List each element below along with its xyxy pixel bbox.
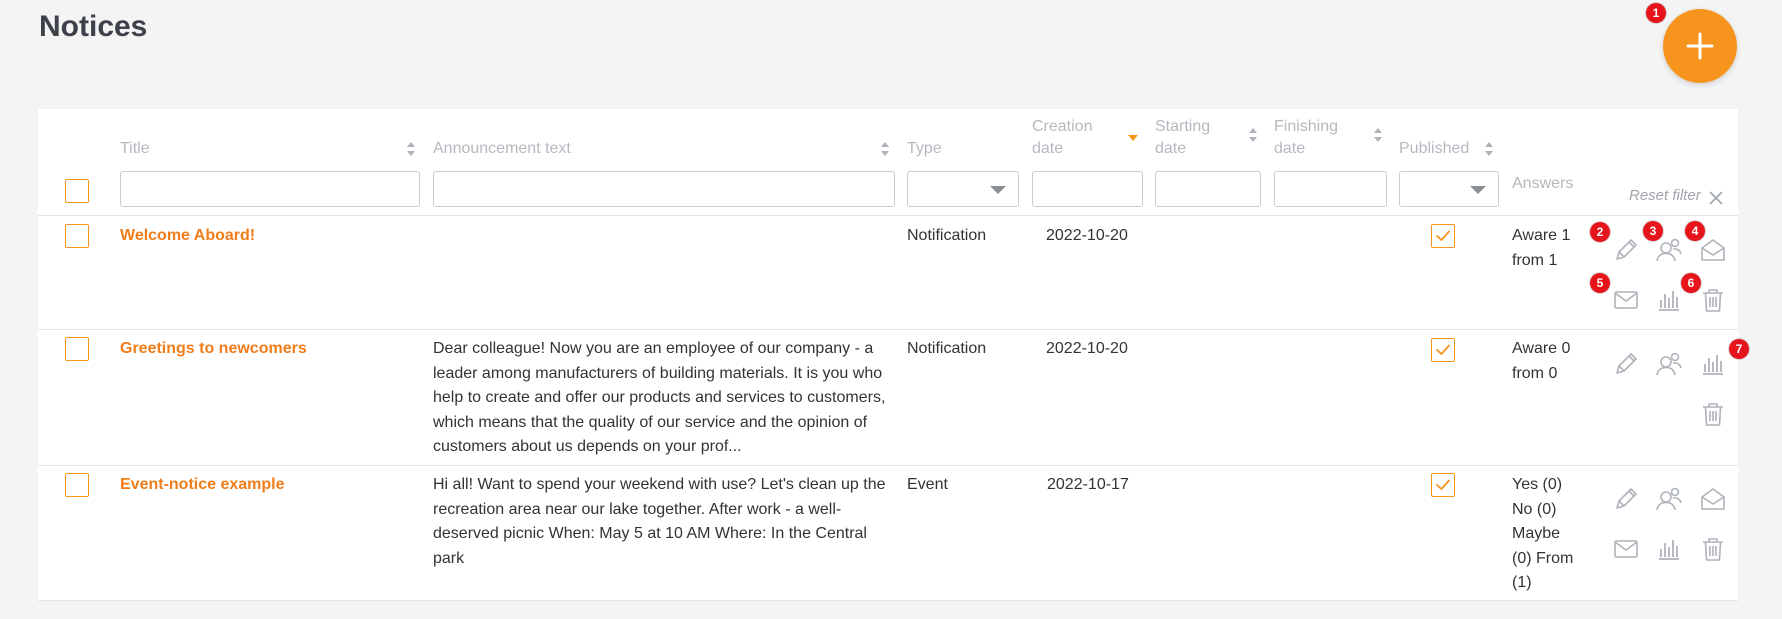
row-divider — [38, 465, 1738, 466]
trash-icon[interactable] — [1699, 400, 1727, 428]
bar-chart-icon[interactable] — [1655, 535, 1683, 563]
answers-summary: Yes (0) No (0) Maybe (0) From (1) — [1512, 476, 1574, 591]
sort-announcement-icon[interactable] — [880, 141, 890, 157]
notice-title-link[interactable]: Event-notice example — [120, 473, 285, 498]
creation-date: 2022-10-20 — [1046, 227, 1128, 244]
plus-icon — [1686, 32, 1714, 60]
annotation-marker: 7 — [1729, 339, 1749, 359]
announcement-text: Dear colleague! Now you are an employee … — [433, 340, 886, 455]
sort-starting-date-icon[interactable] — [1248, 127, 1258, 143]
sort-published-icon[interactable] — [1484, 141, 1494, 157]
column-header-finishing-date[interactable]: Finishing date — [1274, 116, 1354, 160]
published-checkbox[interactable] — [1431, 224, 1455, 248]
check-icon — [1435, 229, 1451, 243]
notice-type: Notification — [907, 227, 987, 244]
row-divider — [38, 329, 1738, 330]
sort-finishing-date-icon[interactable] — [1373, 127, 1383, 143]
check-icon — [1435, 478, 1451, 492]
creation-date: 2022-10-17 — [1047, 476, 1129, 493]
annotation-marker: 1 — [1646, 3, 1666, 23]
add-notice-button[interactable] — [1663, 9, 1737, 83]
envelope-icon[interactable] — [1612, 535, 1640, 563]
column-header-creation-date[interactable]: Creation date — [1032, 116, 1112, 160]
column-header-starting-date[interactable]: Starting date — [1155, 116, 1235, 160]
check-icon — [1435, 343, 1451, 357]
creation-date: 2022-10-20 — [1046, 340, 1128, 357]
filter-title-input[interactable] — [120, 171, 420, 207]
reset-filter-link[interactable]: Reset filter — [1629, 187, 1701, 204]
announcement-text: Hi all! Want to spend your weekend with … — [433, 476, 886, 567]
select-all-checkbox[interactable] — [65, 179, 89, 203]
envelope-open-icon[interactable] — [1699, 485, 1727, 513]
filter-announcement-input[interactable] — [433, 171, 895, 207]
annotation-marker: 6 — [1681, 273, 1701, 293]
answers-summary: Aware 1 from 1 — [1512, 227, 1571, 269]
row-divider — [38, 600, 1738, 601]
row-checkbox[interactable] — [65, 473, 89, 497]
users-icon[interactable] — [1655, 485, 1683, 513]
chevron-down-icon — [990, 186, 1006, 194]
row-divider — [38, 215, 1738, 216]
users-icon[interactable] — [1655, 236, 1683, 264]
trash-icon[interactable] — [1699, 286, 1727, 314]
notice-title-link[interactable]: Greetings to newcomers — [120, 337, 307, 362]
bar-chart-icon[interactable] — [1699, 350, 1727, 378]
filter-type-select[interactable] — [907, 171, 1019, 207]
users-icon[interactable] — [1655, 350, 1683, 378]
notice-type: Notification — [907, 340, 987, 357]
pencil-icon[interactable] — [1612, 485, 1640, 513]
bar-chart-icon[interactable] — [1655, 286, 1683, 314]
column-header-title[interactable]: Title — [120, 138, 150, 160]
annotation-marker: 3 — [1643, 221, 1663, 241]
sort-title-icon[interactable] — [406, 141, 416, 157]
column-header-answers: Answers — [1512, 175, 1574, 192]
filter-finishing-date-input[interactable] — [1274, 171, 1387, 207]
column-header-announcement[interactable]: Announcement text — [433, 138, 571, 160]
notice-type: Event — [907, 476, 948, 493]
page-title: Notices — [39, 10, 148, 43]
envelope-icon[interactable] — [1612, 286, 1640, 314]
column-header-type[interactable]: Type — [907, 138, 942, 160]
annotation-marker: 5 — [1590, 273, 1610, 293]
sort-desc-active-icon[interactable] — [1127, 134, 1139, 142]
close-icon[interactable] — [1708, 190, 1724, 206]
annotation-marker: 2 — [1590, 222, 1610, 242]
column-header-published[interactable]: Published — [1399, 138, 1469, 160]
pencil-icon[interactable] — [1612, 350, 1640, 378]
published-checkbox[interactable] — [1431, 473, 1455, 497]
envelope-open-icon[interactable] — [1699, 236, 1727, 264]
notice-title-link[interactable]: Welcome Aboard! — [120, 224, 255, 249]
filter-starting-date-input[interactable] — [1155, 171, 1261, 207]
answers-summary: Aware 0 from 0 — [1512, 340, 1571, 382]
pencil-icon[interactable] — [1612, 236, 1640, 264]
row-checkbox[interactable] — [65, 224, 89, 248]
filter-published-select[interactable] — [1399, 171, 1499, 207]
row-checkbox[interactable] — [65, 337, 89, 361]
trash-icon[interactable] — [1699, 535, 1727, 563]
chevron-down-icon — [1470, 186, 1486, 194]
filter-creation-date-input[interactable] — [1032, 171, 1143, 207]
published-checkbox[interactable] — [1431, 338, 1455, 362]
annotation-marker: 4 — [1685, 221, 1705, 241]
